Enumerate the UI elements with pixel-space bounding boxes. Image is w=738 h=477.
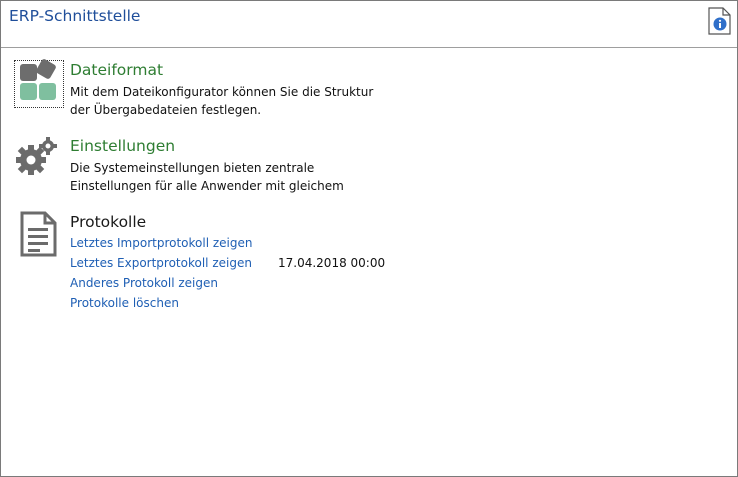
document-icon [19,211,59,260]
dateiformat-description: Mit dem Dateikonfigurator können Sie die… [70,83,373,119]
tiles-icon[interactable] [17,59,61,106]
export-timestamp: 17.04.2018 00:00 [278,256,386,270]
einstellungen-desc-line1: Die Systemeinstellungen bieten zentrale [70,161,315,175]
einstellungen-description: Die Systemeinstellungen bieten zentrale … [70,159,344,195]
gears-icon[interactable] [15,135,59,184]
dateiformat-link[interactable]: Dateiformat [70,61,163,79]
erp-interface-window: ERP-Schnittstelle Dateiformat Mit dem Da… [0,0,738,477]
import-log-link[interactable]: Letztes Importprotokoll zeigen [70,236,252,250]
window-title: ERP-Schnittstelle [9,7,141,25]
protokolle-heading: Protokolle [70,213,147,231]
export-log-link[interactable]: Letztes Exportprotokoll zeigen [70,256,252,270]
einstellungen-desc-line2: Einstellungen für alle Anwender mit glei… [70,179,344,193]
other-log-link[interactable]: Anderes Protokoll zeigen [70,276,218,290]
header-divider [1,47,737,48]
dateiformat-desc-line1: Mit dem Dateikonfigurator können Sie die… [70,85,374,99]
dateiformat-desc-line2: der Übergabedateien festlegen. [70,103,262,117]
info-document-icon[interactable] [707,7,732,35]
einstellungen-link[interactable]: Einstellungen [70,137,175,155]
delete-logs-link[interactable]: Protokolle löschen [70,296,179,310]
